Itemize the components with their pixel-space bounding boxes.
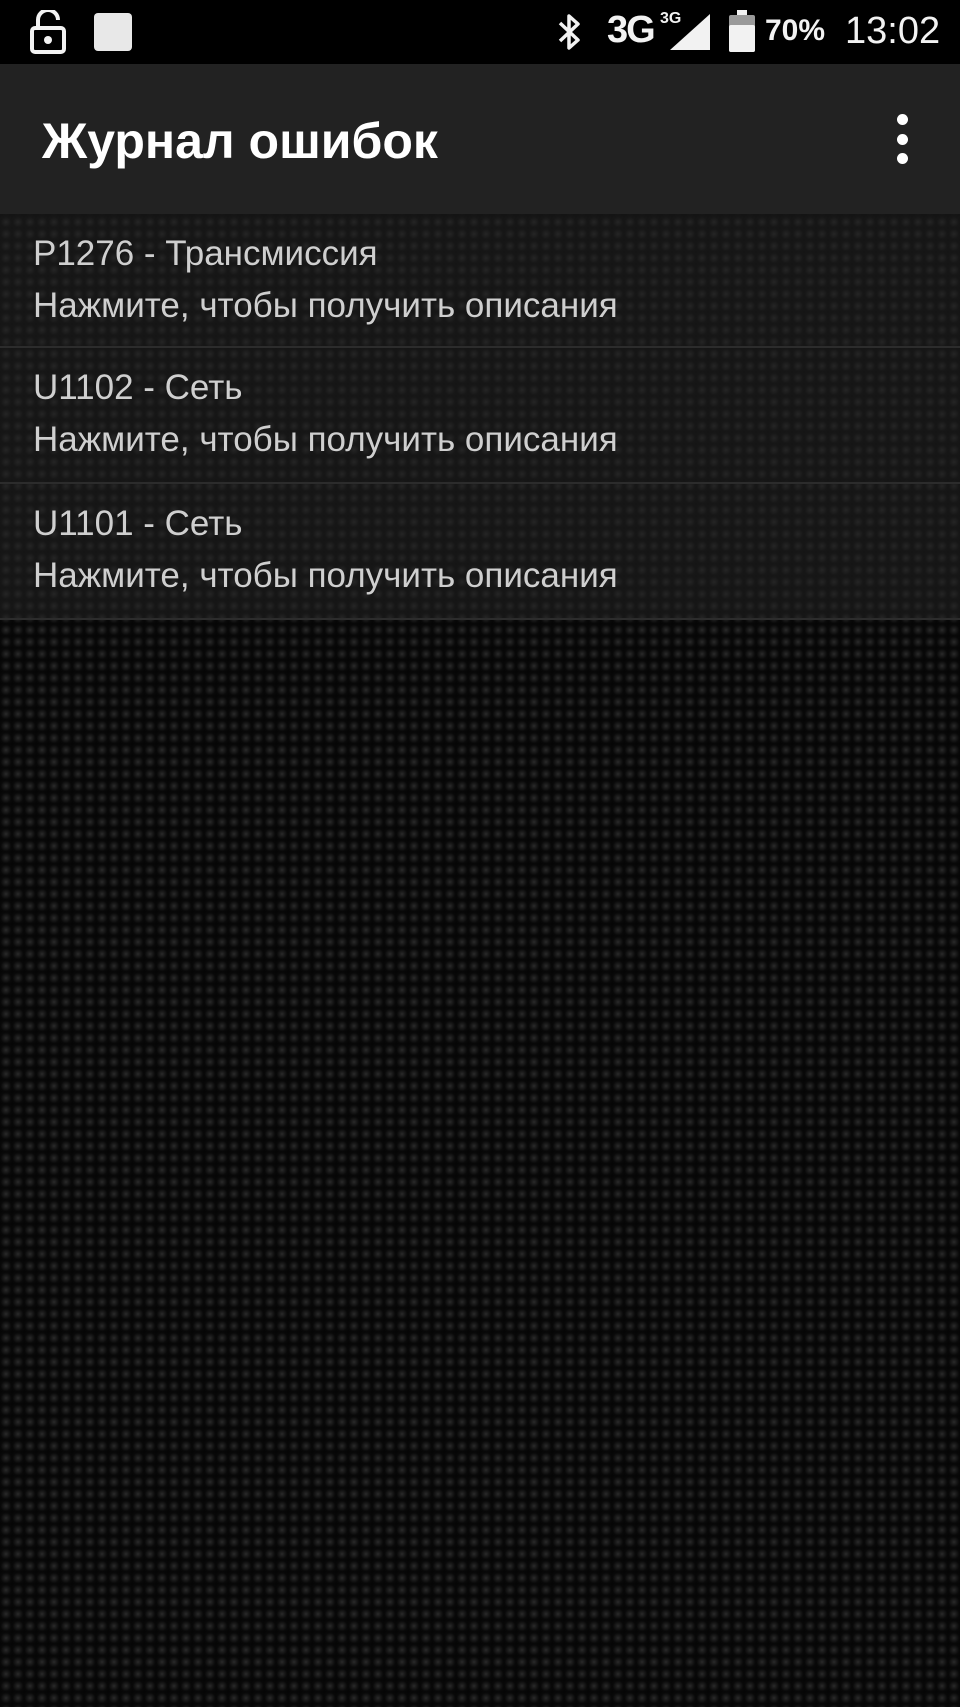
status-bar: 3G 3G 70% 13:02 bbox=[0, 0, 960, 64]
more-options-button[interactable] bbox=[880, 114, 924, 164]
app-toolbar: Журнал ошибок bbox=[0, 64, 960, 214]
page-title: Журнал ошибок bbox=[42, 113, 438, 169]
clock: 13:02 bbox=[845, 10, 941, 52]
signal-icon bbox=[670, 14, 710, 50]
battery-percent: 70% bbox=[765, 14, 826, 47]
error-code: U1102 - Сеть bbox=[33, 368, 243, 407]
network-type-label: 3G bbox=[607, 9, 656, 51]
error-hint: Нажмите, чтобы получить описания bbox=[33, 556, 618, 595]
error-log-list: P1276 - Трансмиссия Нажмите, чтобы получ… bbox=[0, 214, 960, 620]
error-hint: Нажмите, чтобы получить описания bbox=[33, 420, 618, 459]
list-item[interactable]: P1276 - Трансмиссия Нажмите, чтобы получ… bbox=[0, 214, 960, 348]
lock-open-icon bbox=[30, 10, 66, 54]
more-vert-icon bbox=[896, 114, 908, 125]
list-item[interactable]: U1102 - Сеть Нажмите, чтобы получить опи… bbox=[0, 348, 960, 484]
error-code: U1101 - Сеть bbox=[33, 504, 243, 543]
error-code: P1276 - Трансмиссия bbox=[33, 234, 378, 273]
list-item[interactable]: U1101 - Сеть Нажмите, чтобы получить опи… bbox=[0, 484, 960, 620]
square-notification-icon bbox=[94, 13, 132, 51]
bluetooth-icon bbox=[558, 14, 580, 50]
error-hint: Нажмите, чтобы получить описания bbox=[33, 286, 618, 325]
battery-icon bbox=[729, 10, 755, 52]
